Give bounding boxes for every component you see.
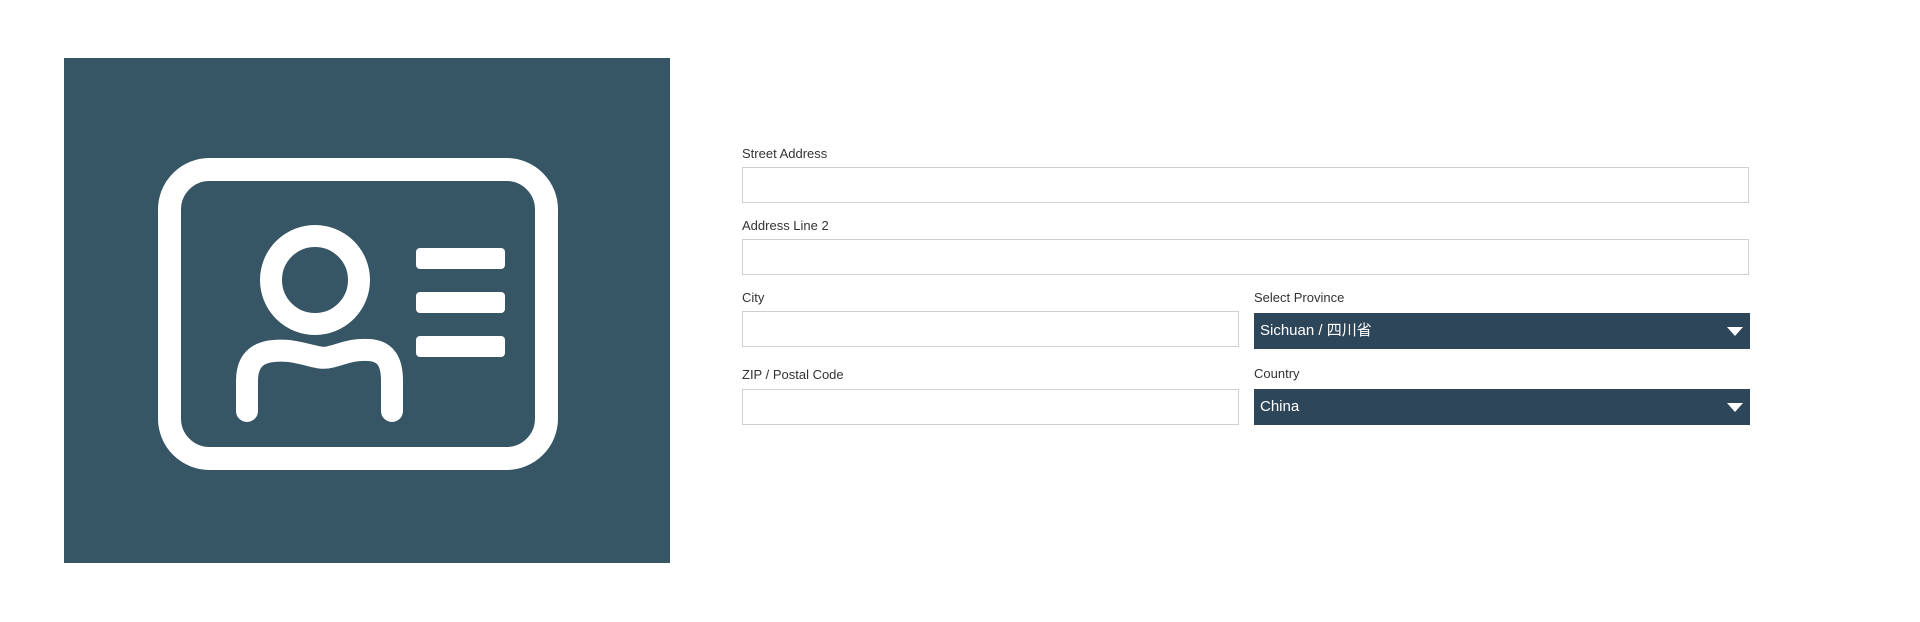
address-line-2-input[interactable] [742,239,1749,275]
id-card-icon [158,158,558,470]
address-line-2-label: Address Line 2 [742,218,829,233]
page: Street Address Address Line 2 City Selec… [0,0,1920,622]
country-select[interactable]: China [1254,389,1750,425]
zip-input[interactable] [742,389,1239,425]
chevron-down-icon [1727,403,1743,412]
city-label: City [742,290,765,305]
country-label: Country [1254,366,1300,381]
province-select[interactable]: Sichuan / 四川省 [1254,313,1750,349]
chevron-down-icon [1727,327,1743,336]
country-selected-value: China [1260,398,1300,415]
zip-label: ZIP / Postal Code [742,367,844,382]
province-selected-value: Sichuan / 四川省 [1260,322,1372,339]
city-input[interactable] [742,311,1239,347]
hero-panel [64,58,670,563]
street-address-input[interactable] [742,167,1749,203]
province-label: Select Province [1254,290,1345,305]
street-address-label: Street Address [742,146,828,161]
